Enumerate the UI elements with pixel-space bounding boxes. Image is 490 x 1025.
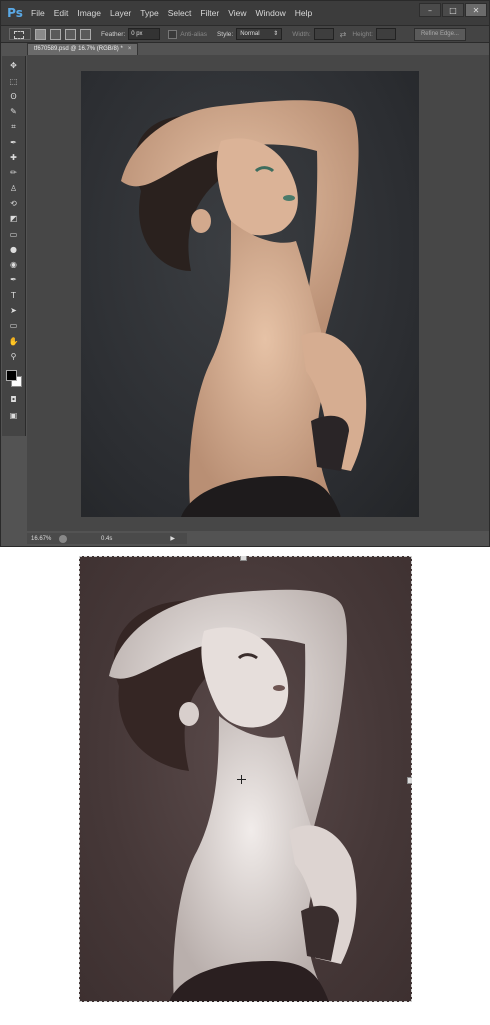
- minimize-button[interactable]: –: [419, 3, 441, 17]
- refine-edge-button[interactable]: Refine Edge...: [413, 27, 466, 41]
- menu-type[interactable]: Type: [140, 8, 158, 18]
- height-label: Height:: [352, 30, 373, 38]
- marquee-tool-icon[interactable]: ⬚: [7, 76, 21, 87]
- style-label: Style:: [216, 30, 234, 38]
- result-image: [79, 556, 412, 1002]
- info-icon[interactable]: [59, 534, 67, 543]
- transform-handle-right[interactable]: [407, 777, 412, 784]
- zoom-level[interactable]: 16.67%: [27, 536, 55, 542]
- eyedropper-tool-icon[interactable]: ✒: [7, 137, 21, 148]
- document-area: [27, 55, 489, 531]
- feather-input[interactable]: 0 px: [128, 28, 161, 40]
- stamp-tool-icon[interactable]: ♙: [7, 183, 21, 194]
- menu-file[interactable]: File: [31, 8, 45, 18]
- quick-select-tool-icon[interactable]: ✎: [7, 106, 21, 117]
- feather-label: Feather:: [101, 30, 126, 38]
- menu-select[interactable]: Select: [168, 8, 192, 18]
- color-swatches: [4, 368, 24, 390]
- document-tab[interactable]: tf670589.psd @ 16.7% (RGB/8) * ×: [27, 43, 139, 55]
- document-tab-title: tf670589.psd @ 16.7% (RGB/8) *: [34, 46, 123, 52]
- pen-tool-icon[interactable]: ✒: [7, 274, 21, 285]
- chevron-down-icon: ⇕: [273, 31, 279, 37]
- add-selection-icon[interactable]: [50, 28, 61, 40]
- zoom-tool-icon[interactable]: ⚲: [7, 351, 21, 362]
- menu-bar: Ps File Edit Image Layer Type Select Fil…: [1, 1, 489, 26]
- window-controls: – □ ✕: [419, 3, 487, 17]
- move-tool-icon[interactable]: ✥: [7, 60, 21, 71]
- document-canvas[interactable]: [81, 71, 419, 517]
- photoshop-window: Ps File Edit Image Layer Type Select Fil…: [0, 0, 490, 547]
- hand-tool-icon[interactable]: ✋: [7, 336, 21, 347]
- intersect-selection-icon[interactable]: [80, 28, 91, 40]
- crosshair-cursor-icon: [237, 775, 246, 784]
- healing-tool-icon[interactable]: ✚: [7, 152, 21, 163]
- history-brush-tool-icon[interactable]: ⟲: [7, 198, 21, 209]
- gradient-tool-icon[interactable]: ▭: [7, 229, 21, 240]
- portrait-photo: [121, 100, 367, 517]
- swap-icon[interactable]: ⇄: [340, 30, 347, 39]
- width-input[interactable]: [313, 28, 334, 40]
- width-label: Width:: [292, 30, 311, 38]
- type-tool-icon[interactable]: T: [7, 290, 21, 301]
- menu-image[interactable]: Image: [77, 8, 101, 18]
- antialias-checkbox[interactable]: [168, 29, 178, 39]
- status-menu-arrow-icon[interactable]: ▶: [170, 535, 175, 542]
- height-input[interactable]: [375, 28, 396, 40]
- tools-panel: ✥ ⬚ ʘ ✎ ⌗ ✒ ✚ ✏ ♙ ⟲ ◩ ▭ ● ◉ ✒ T ➤ ▭ ✋ ⚲ …: [2, 56, 26, 436]
- close-icon[interactable]: ×: [128, 46, 132, 52]
- subtract-selection-icon[interactable]: [65, 28, 76, 40]
- lasso-tool-icon[interactable]: ʘ: [7, 91, 21, 102]
- menu-edit[interactable]: Edit: [54, 8, 69, 18]
- status-bar: 16.67% 0.4s ▶: [27, 533, 187, 544]
- style-value: Normal: [240, 31, 260, 37]
- photoshop-logo-icon: Ps: [7, 6, 23, 20]
- menu-view[interactable]: View: [228, 8, 246, 18]
- menu-help[interactable]: Help: [295, 8, 312, 18]
- shape-tool-icon[interactable]: ▭: [7, 320, 21, 331]
- quick-mask-icon[interactable]: ◘: [7, 394, 21, 405]
- menu-layer[interactable]: Layer: [110, 8, 131, 18]
- transform-handle-top[interactable]: [240, 556, 247, 561]
- tool-preset-picker[interactable]: [9, 28, 31, 40]
- eraser-tool-icon[interactable]: ◩: [7, 213, 21, 224]
- brush-tool-icon[interactable]: ✏: [7, 167, 21, 178]
- screen-mode-icon[interactable]: ▣: [7, 410, 21, 421]
- crop-tool-icon[interactable]: ⌗: [7, 121, 21, 132]
- menu-filter[interactable]: Filter: [200, 8, 219, 18]
- antialias-label: Anti-alias: [180, 30, 207, 38]
- path-select-tool-icon[interactable]: ➤: [7, 305, 21, 316]
- dodge-tool-icon[interactable]: ◉: [7, 259, 21, 270]
- new-selection-icon[interactable]: [35, 28, 46, 40]
- maximize-button[interactable]: □: [442, 3, 464, 17]
- blur-tool-icon[interactable]: ●: [7, 244, 21, 255]
- close-button[interactable]: ✕: [465, 3, 487, 17]
- status-info: 0.4s: [101, 535, 113, 542]
- menu-window[interactable]: Window: [255, 8, 285, 18]
- options-bar: Feather: 0 px Anti-alias Style: Normal ⇕ …: [1, 26, 489, 43]
- style-select[interactable]: Normal ⇕: [236, 28, 283, 40]
- foreground-color-swatch[interactable]: [5, 369, 17, 381]
